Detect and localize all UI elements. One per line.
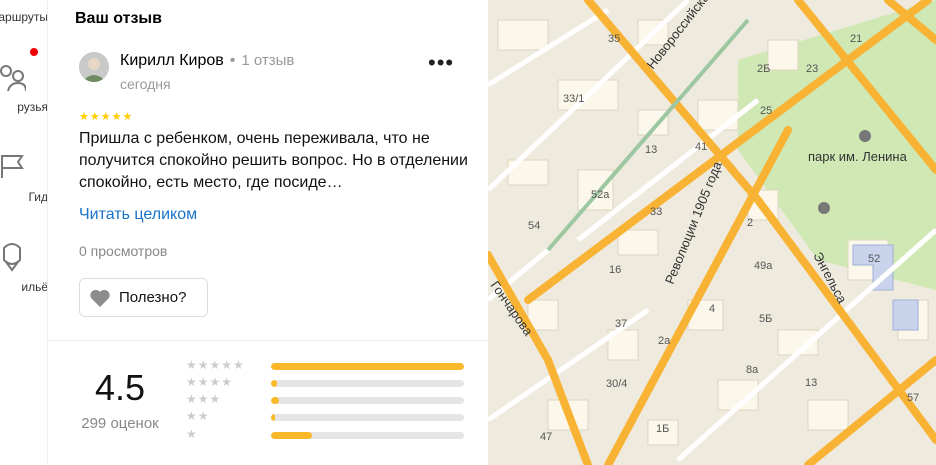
svg-text:25: 25 [760, 105, 772, 117]
nav-item-friends-label: рузья [17, 100, 48, 114]
nav-item-housing-label: ильё [21, 280, 48, 294]
nav-item-housing[interactable]: ильё [0, 240, 48, 300]
heart-icon [90, 289, 110, 307]
svg-text:23: 23 [806, 63, 818, 75]
museum-poi-icon[interactable] [818, 202, 830, 214]
svg-text:57: 57 [907, 392, 919, 404]
distribution-row-3: ★★★ [186, 392, 476, 408]
distribution-bar-1 [271, 432, 464, 439]
distribution-row-5: ★★★★★ [186, 358, 476, 374]
read-more-link[interactable]: Читать целиком [79, 206, 197, 224]
blue-building [892, 299, 919, 331]
distribution-stars-2: ★★ [186, 409, 210, 423]
useful-button[interactable]: Полезно? [79, 278, 208, 317]
nav-item-guide-label: Гид [28, 190, 48, 204]
svg-text:4: 4 [709, 303, 715, 315]
distribution-row-4: ★★★★ [186, 375, 476, 391]
nav-item-routes[interactable]: аршруты [0, 0, 48, 60]
useful-button-label: Полезно? [119, 289, 187, 306]
svg-text:2Б: 2Б [757, 63, 770, 75]
review-rating-stars: ★★★★★ [79, 111, 134, 123]
distribution-fill-4 [271, 380, 277, 387]
distribution-fill-3 [271, 397, 279, 404]
review-panel: Ваш отзыв Кирилл Киров • 1 отзыв сегодня •… [48, 0, 488, 465]
map-view[interactable]: Новороссийская Революции 1905 года Энгел… [488, 0, 936, 465]
svg-text:2: 2 [747, 217, 753, 229]
distribution-stars-3: ★★★ [186, 392, 222, 406]
views-count: 0 просмотров [79, 243, 168, 259]
nav-item-routes-label: аршруты [0, 10, 48, 24]
svg-text:30/4: 30/4 [606, 378, 627, 390]
distribution-stars-5: ★★★★★ [186, 358, 245, 372]
guide-flag-icon [1, 155, 24, 178]
svg-text:1Б: 1Б [656, 423, 669, 435]
author-name[interactable]: Кирилл Киров [120, 52, 224, 69]
tram-line [546, 18, 750, 252]
svg-text:21: 21 [850, 33, 862, 45]
distribution-bar-5 [271, 363, 464, 370]
svg-text:8а: 8а [746, 364, 759, 376]
distribution-stars-4: ★★★★ [186, 375, 234, 389]
svg-text:35: 35 [608, 33, 620, 45]
svg-text:52а: 52а [591, 189, 610, 201]
svg-text:41: 41 [695, 141, 707, 153]
review-text: Пришла с ребенком, очень переживала, что… [79, 130, 468, 191]
svg-text:13: 13 [645, 144, 657, 156]
distribution-fill-2 [271, 414, 275, 421]
author-line: Кирилл Киров • 1 отзыв [120, 52, 294, 70]
distribution-fill-1 [271, 432, 312, 439]
nav-item-friends[interactable]: рузья [0, 58, 48, 118]
svg-text:52: 52 [868, 253, 880, 265]
author-reviews-count: 1 отзыв [241, 52, 295, 69]
notification-dot [30, 48, 38, 56]
svg-text:33: 33 [650, 206, 662, 218]
park-label: парк им. Ленина [808, 149, 908, 164]
ratings-count: 299 оценок [81, 415, 159, 432]
svg-text:33/1: 33/1 [563, 93, 584, 105]
distribution-stars-1: ★ [186, 427, 198, 441]
svg-text:13: 13 [805, 377, 817, 389]
park-poi-icon[interactable] [859, 130, 871, 142]
average-rating-value: 4.5 [94, 367, 146, 408]
distribution-row-2: ★★ [186, 409, 476, 425]
avatar-photo-icon [79, 52, 109, 82]
svg-text:5Б: 5Б [759, 313, 772, 325]
more-options-button[interactable]: ••• [428, 52, 454, 74]
friends-icon [0, 65, 26, 92]
housing-icon [3, 243, 21, 272]
divider [48, 340, 488, 341]
distribution-bar-3 [271, 397, 464, 404]
distribution-bar-2 [271, 414, 464, 421]
map-canvas[interactable]: Новороссийская Революции 1905 года Энгел… [488, 0, 936, 465]
author-separator: • [229, 52, 236, 69]
distribution-bar-4 [271, 380, 464, 387]
svg-text:47: 47 [540, 431, 552, 443]
review-date: сегодня [120, 76, 171, 92]
author-avatar[interactable] [79, 52, 109, 82]
svg-text:54: 54 [528, 220, 540, 232]
svg-text:37: 37 [615, 318, 627, 330]
svg-text:49а: 49а [754, 260, 773, 272]
distribution-row-1: ★ [186, 427, 476, 443]
panel-title: Ваш отзыв [75, 10, 162, 27]
nav-item-guide[interactable]: Гид [0, 150, 48, 210]
distribution-fill-5 [271, 363, 464, 370]
left-nav-rail: аршруты рузья Гид ильё [0, 0, 48, 465]
svg-text:16: 16 [609, 264, 621, 276]
svg-text:2а: 2а [658, 335, 671, 347]
